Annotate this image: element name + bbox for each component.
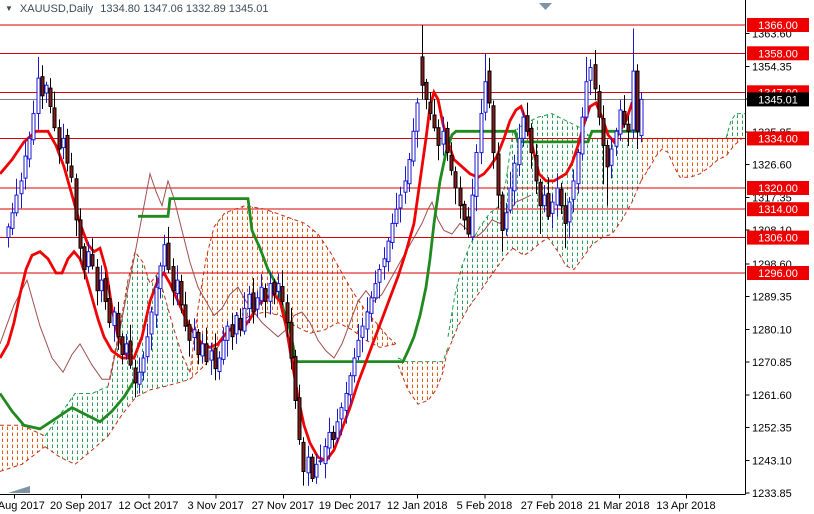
price-tick-label: 1261.60 xyxy=(752,390,792,402)
candle xyxy=(293,349,298,409)
date-tick-label: 12 Jan 2018 xyxy=(387,500,448,512)
price-tick-label: 1243.10 xyxy=(752,455,792,467)
price-tick-label: 1354.35 xyxy=(752,61,792,73)
level-price-badge-label: 1314.00 xyxy=(758,204,798,216)
date-tick-label: 20 Sep 2017 xyxy=(50,500,112,512)
candle xyxy=(310,453,315,482)
date-tick-label: 29 Aug 2017 xyxy=(0,500,45,512)
price-tick-label: 1326.60 xyxy=(752,160,792,172)
date-tick-label: 12 Oct 2017 xyxy=(118,500,178,512)
candle xyxy=(639,92,644,143)
price-tick-label: 1280.10 xyxy=(752,324,792,336)
price-tick-label: 1289.35 xyxy=(752,292,792,304)
symbol-dropdown-icon[interactable]: ▼ xyxy=(5,5,13,13)
date-tick-label: 3 Nov 2017 xyxy=(187,500,243,512)
chart-background xyxy=(0,0,814,514)
level-price-badge-label: 1296.00 xyxy=(758,268,798,280)
date-tick-label: 21 Mar 2018 xyxy=(588,500,650,512)
level-price-badge-label: 1306.00 xyxy=(758,233,798,245)
date-tick-label: 13 Apr 2018 xyxy=(656,500,715,512)
date-tick-label: 27 Nov 2017 xyxy=(252,500,314,512)
price-tick-label: 1252.35 xyxy=(752,423,792,435)
current-price-badge-label: 1345.01 xyxy=(758,94,798,106)
date-tick-label: 19 Dec 2017 xyxy=(319,500,381,512)
mt4-chart-window: 1363.601354.351345.101335.851326.601317.… xyxy=(0,0,814,514)
ohlc-quote-label: 1334.80 1347.06 1332.89 1345.01 xyxy=(100,3,269,15)
price-chart-canvas[interactable]: 1363.601354.351345.101335.851326.601317.… xyxy=(0,0,814,514)
level-price-badge-label: 1358.00 xyxy=(758,48,798,60)
date-tick-label: 27 Feb 2018 xyxy=(521,500,583,512)
price-axis-area[interactable] xyxy=(746,0,814,514)
level-price-badge-label: 1334.00 xyxy=(758,133,798,145)
date-tick-label: 5 Feb 2018 xyxy=(457,500,513,512)
price-tick-label: 1270.85 xyxy=(752,357,792,369)
price-tick-label: 1233.85 xyxy=(752,488,792,500)
level-price-badge-label: 1366.00 xyxy=(758,20,798,32)
symbol-period-label: XAUUSD,Daily xyxy=(19,3,94,15)
chart-title-overlay: ▼ XAUUSD,Daily 1334.80 1347.06 1332.89 1… xyxy=(5,3,269,15)
level-price-badge-label: 1320.00 xyxy=(758,183,798,195)
